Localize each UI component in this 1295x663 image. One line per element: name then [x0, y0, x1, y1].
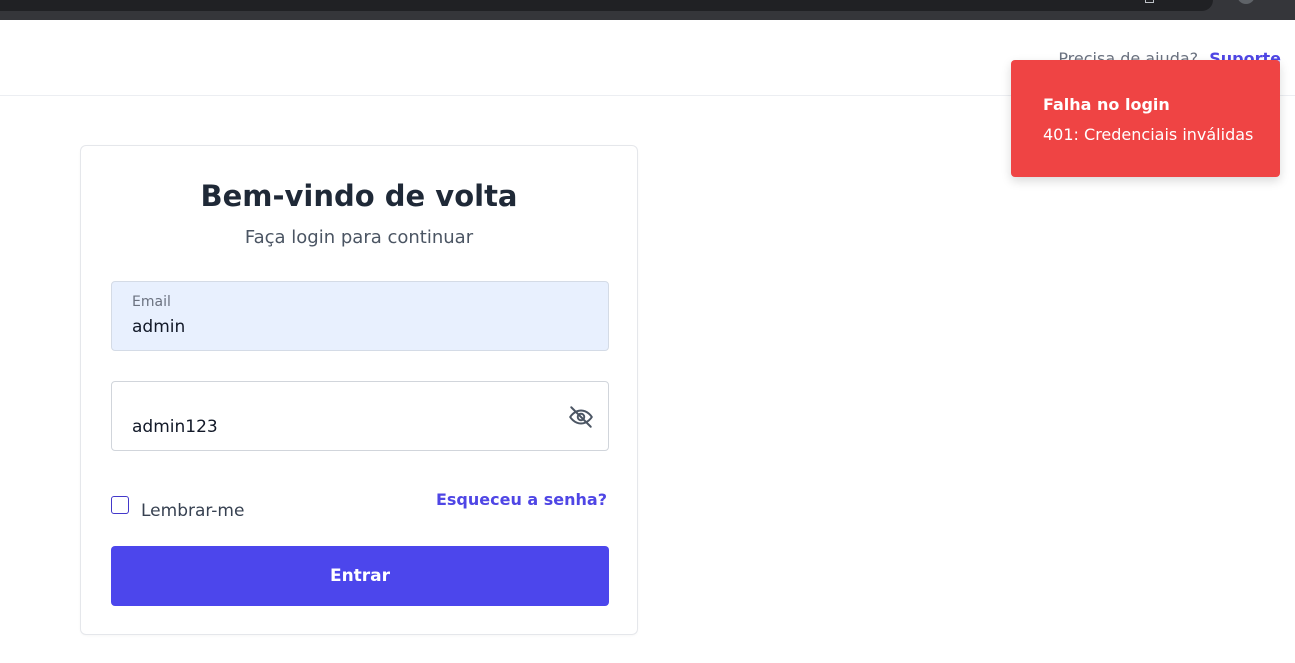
browser-chrome: [0, 0, 1295, 20]
login-title: Bem-vindo de volta: [200, 179, 518, 213]
login-subtitle: Faça login para continuar: [244, 227, 474, 248]
email-label: Email: [132, 294, 171, 310]
remember-me: Lembrar-me: [111, 489, 244, 521]
remember-label[interactable]: Lembrar-me: [141, 501, 244, 521]
forgot-password-link[interactable]: Esqueceu a senha?: [436, 490, 607, 509]
password-input[interactable]: [132, 417, 552, 437]
remember-checkbox[interactable]: [111, 496, 129, 514]
profile-avatar[interactable]: [1237, 0, 1255, 4]
email-field[interactable]: Email: [111, 281, 609, 351]
login-card: Bem-vindo de volta Faça login para conti…: [80, 145, 638, 635]
login-button[interactable]: Entrar: [111, 546, 609, 606]
download-icon[interactable]: [1145, 0, 1154, 3]
eye-off-icon[interactable]: [568, 404, 594, 430]
toast-title: Falha no login: [1043, 95, 1170, 114]
address-bar[interactable]: [0, 0, 1213, 11]
email-input[interactable]: [132, 317, 552, 337]
toast-message: 401: Credenciais inválidas: [1043, 125, 1254, 144]
password-field[interactable]: [111, 381, 609, 451]
error-toast[interactable]: Falha no login 401: Credenciais inválida…: [1011, 60, 1280, 177]
